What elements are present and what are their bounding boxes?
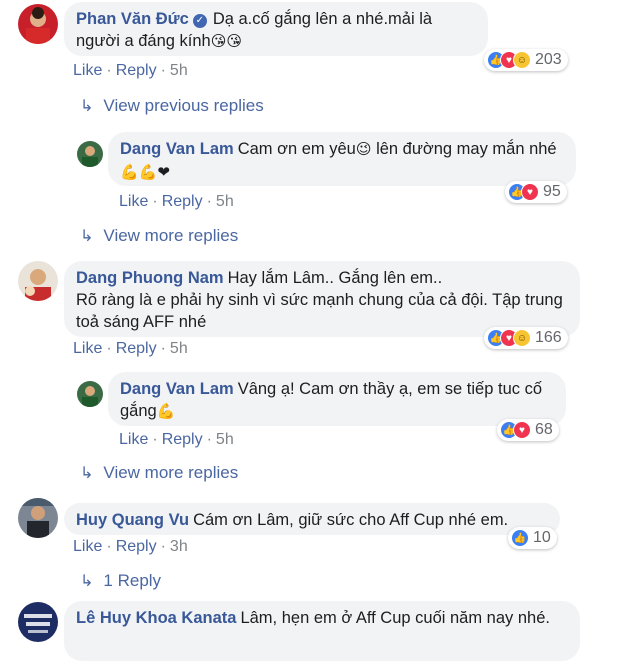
reply-arrow-icon: ↳ <box>80 465 94 482</box>
reaction-summary[interactable]: 👍 ♥ ☺ 203 <box>484 49 568 71</box>
avatar[interactable] <box>77 381 103 407</box>
avatar[interactable] <box>18 602 58 642</box>
comment-author[interactable]: Dang Van Lam <box>120 380 234 398</box>
comment-text: Lâm, hẹn em ở Aff Cup cuối năm nay nhé. <box>240 609 550 627</box>
comment-time[interactable]: 5h <box>170 62 188 79</box>
wink-emoji: 😉 <box>355 141 372 158</box>
comment-actions: Like · Reply · 5h <box>73 340 188 357</box>
reaction-summary[interactable]: 👍 ♥ ☺ 166 <box>484 327 568 349</box>
reaction-count: 95 <box>543 183 561 200</box>
comment-actions: Like · Reply · 5h <box>119 193 234 210</box>
avatar[interactable] <box>18 4 58 44</box>
love-reaction-icon: ♥ <box>521 183 539 201</box>
reply-arrow-icon: ↳ <box>80 573 94 590</box>
reaction-summary[interactable]: 👍 10 <box>508 527 557 549</box>
comment-emoji: 💪💪❤ <box>120 164 170 181</box>
haha-reaction-icon: ☺ <box>513 51 531 69</box>
reply-arrow-icon: ↳ <box>80 98 94 115</box>
reaction-count: 166 <box>535 329 562 346</box>
verified-badge-icon: ✓ <box>192 14 207 28</box>
like-button[interactable]: Like <box>73 538 102 555</box>
comment-emoji: 😘😘 <box>210 33 242 50</box>
view-more-replies-link[interactable]: ↳ View more replies <box>80 226 238 246</box>
comment-bubble: Phan Văn Đức ✓ Dạ a.cố gắng lên a nhé.mải … <box>64 2 488 56</box>
like-button[interactable]: Like <box>119 431 148 448</box>
reply-button[interactable]: Reply <box>162 193 203 210</box>
comment-actions: Like · Reply · 5h <box>119 431 234 448</box>
comment-actions: Like · Reply · 3h <box>73 538 188 555</box>
reply-button[interactable]: Reply <box>116 340 157 357</box>
view-more-replies-link[interactable]: ↳ View more replies <box>80 463 238 483</box>
like-button[interactable]: Like <box>73 62 102 79</box>
reaction-count: 203 <box>535 51 562 68</box>
avatar[interactable] <box>18 498 58 538</box>
comment-text: Cám ơn Lâm, giữ sức cho Aff Cup nhé em. <box>193 511 509 529</box>
reply-button[interactable]: Reply <box>116 538 157 555</box>
comment-time[interactable]: 5h <box>216 193 234 210</box>
comment-author[interactable]: Dang Phuong Nam <box>76 269 224 287</box>
reply-arrow-icon: ↳ <box>80 228 94 245</box>
comment-time[interactable]: 5h <box>216 431 234 448</box>
comment-text-continued: lên đường may mắn nhé <box>376 140 557 158</box>
reaction-count: 68 <box>535 421 553 438</box>
comment-author[interactable]: Lê Huy Khoa Kanata <box>76 609 236 627</box>
comment-text: Hay lắm Lâm.. Gắng lên em.. <box>227 269 443 287</box>
comment-time[interactable]: 3h <box>170 538 188 555</box>
reply-button[interactable]: Reply <box>162 431 203 448</box>
one-reply-link[interactable]: ↳ 1 Reply <box>80 571 161 591</box>
comment-actions: Like · Reply · 5h <box>73 62 188 79</box>
reply-bubble: Dang Van Lam Vâng ạ! Cam ơn thầy ạ, em se… <box>108 372 566 426</box>
reply-button[interactable]: Reply <box>116 62 157 79</box>
comment-author[interactable]: Huy Quang Vu <box>76 511 189 529</box>
reaction-summary[interactable]: 👍 ♥ 95 <box>505 181 567 203</box>
love-reaction-icon: ♥ <box>513 421 531 439</box>
comment-author[interactable]: Phan Văn Đức <box>76 10 189 28</box>
comment-text-continued: Rõ ràng là e phải hy sinh vì sức mạnh ch… <box>76 291 563 331</box>
haha-reaction-icon: ☺ <box>513 329 531 347</box>
comment-text: Cam ơn em yêu <box>237 140 356 158</box>
avatar[interactable] <box>77 141 103 167</box>
comment-bubble: Dang Phuong Nam Hay lắm Lâm.. Gắng lên em… <box>64 261 580 337</box>
comment-bubble: Huy Quang Vu Cám ơn Lâm, giữ sức cho Aff … <box>64 503 560 535</box>
comment-emoji: 💪 <box>156 403 176 420</box>
comment-time[interactable]: 5h <box>170 340 188 357</box>
like-reaction-icon: 👍 <box>511 529 529 547</box>
reaction-summary[interactable]: 👍 ♥ 68 <box>497 419 559 441</box>
view-previous-replies-link[interactable]: ↳ View previous replies <box>80 96 264 116</box>
avatar[interactable] <box>18 261 58 301</box>
comment-bubble: Lê Huy Khoa Kanata Lâm, hẹn em ở Aff Cup … <box>64 601 580 661</box>
reaction-count: 10 <box>533 529 551 546</box>
comment-author[interactable]: Dang Van Lam <box>120 140 234 158</box>
reply-bubble: Dang Van Lam Cam ơn em yêu😉 lên đường may… <box>108 132 576 186</box>
like-button[interactable]: Like <box>119 193 148 210</box>
like-button[interactable]: Like <box>73 340 102 357</box>
